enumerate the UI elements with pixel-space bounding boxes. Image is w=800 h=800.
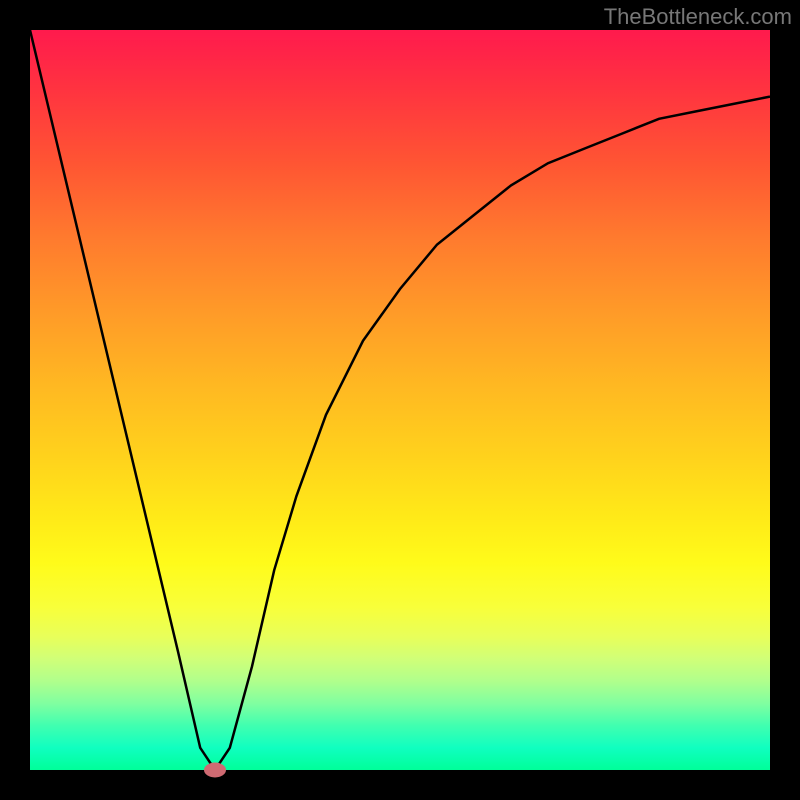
- chart-container: TheBottleneck.com: [0, 0, 800, 800]
- minimum-marker: [204, 763, 226, 778]
- watermark-text: TheBottleneck.com: [604, 4, 792, 30]
- bottleneck-curve: [30, 30, 770, 770]
- plot-area: [30, 30, 770, 770]
- curve-svg: [30, 30, 770, 770]
